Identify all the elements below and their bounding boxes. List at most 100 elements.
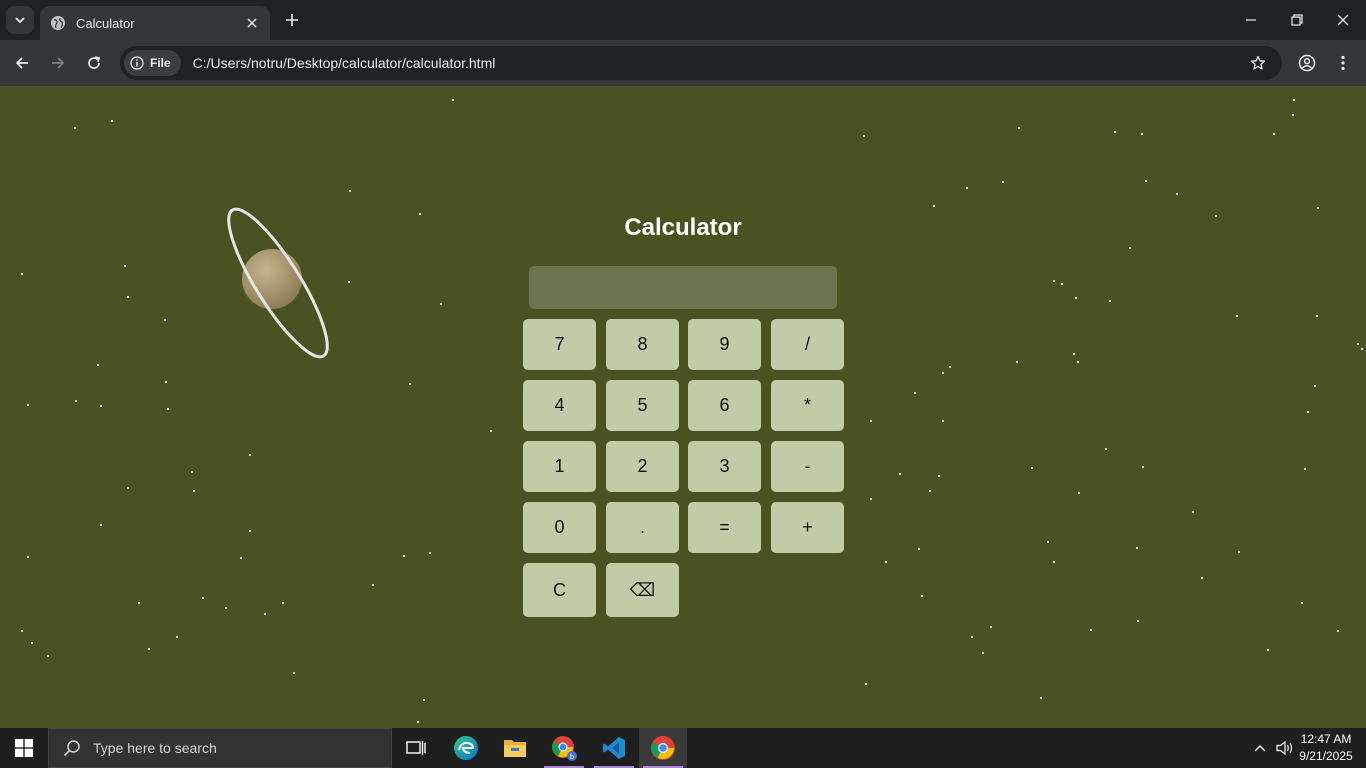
key-9[interactable]: 9 <box>688 319 761 370</box>
taskbar-clock[interactable]: 12:47 AM 9/21/2025 <box>1290 731 1362 765</box>
star-dot <box>190 470 194 474</box>
page-viewport: Calculator 7 8 9/ 4 5 6 * 1 2 3- 0. = + C ⌫ <box>0 86 1366 728</box>
star-dot <box>1291 113 1295 117</box>
star-dot <box>932 204 936 208</box>
star-dot <box>1237 550 1241 554</box>
star-dot <box>1017 126 1021 130</box>
star-dot <box>46 654 50 658</box>
star-dot <box>1046 540 1050 544</box>
key-1[interactable]: 1 <box>523 441 596 492</box>
star-dot <box>1074 296 1078 300</box>
close-tab-icon[interactable] <box>244 15 260 31</box>
chrome-profile-icon: b <box>552 736 577 761</box>
star-dot <box>1200 576 1204 580</box>
key-subtract[interactable]: - <box>771 441 844 492</box>
taskbar-file-explorer[interactable] <box>491 728 539 768</box>
windows-logo-icon <box>15 739 33 757</box>
star-dot <box>1060 282 1064 286</box>
clock-date: 9/21/2025 <box>1299 749 1353 763</box>
tab-calculator[interactable]: Calculator <box>40 6 270 40</box>
key-2[interactable]: 2 <box>606 441 679 492</box>
star-dot <box>74 399 78 403</box>
star-dot <box>99 404 103 408</box>
star-dot <box>1089 628 1093 632</box>
chevron-down-icon <box>15 17 25 24</box>
star-dot <box>99 523 103 527</box>
calculator-title: Calculator <box>624 214 742 241</box>
menu-button[interactable] <box>1330 50 1356 76</box>
star-dot <box>126 295 130 299</box>
back-button[interactable] <box>9 50 35 76</box>
star-dot <box>898 472 902 476</box>
chevron-up-icon <box>1254 745 1266 752</box>
taskbar-chrome[interactable] <box>639 728 687 768</box>
key-add[interactable]: + <box>771 502 844 553</box>
site-info-chip[interactable]: File <box>124 50 181 76</box>
star-dot <box>1214 214 1218 218</box>
key-7[interactable]: 7 <box>523 319 596 370</box>
star-dot <box>989 625 993 629</box>
restore-icon <box>1291 14 1303 26</box>
new-tab-button[interactable] <box>280 8 304 32</box>
key-3[interactable]: 3 <box>688 441 761 492</box>
key-4[interactable]: 4 <box>523 380 596 431</box>
star-dot <box>937 474 941 478</box>
star-dot <box>1191 510 1195 514</box>
star-dot <box>73 126 77 130</box>
star-dot <box>248 529 252 533</box>
reload-icon <box>88 56 101 69</box>
key-decimal[interactable]: . <box>606 502 679 553</box>
plus-icon <box>286 14 298 26</box>
tab-search-button[interactable] <box>6 6 34 34</box>
key-0[interactable]: 0 <box>523 502 596 553</box>
reload-button[interactable] <box>81 50 107 76</box>
star-dot <box>1272 132 1276 136</box>
star-dot <box>239 556 243 560</box>
star-dot <box>1015 360 1019 364</box>
forward-button[interactable] <box>45 50 71 76</box>
star-dot <box>1052 560 1056 564</box>
minimize-button[interactable] <box>1228 0 1274 40</box>
taskbar-edge[interactable] <box>442 728 490 768</box>
star-dot <box>20 629 24 633</box>
key-equals[interactable]: = <box>688 502 761 553</box>
star-dot <box>30 641 34 645</box>
task-view-icon <box>406 741 426 755</box>
starfield-background <box>20 98 1364 724</box>
star-dot <box>248 453 252 457</box>
show-hidden-icons-button[interactable] <box>1250 728 1270 768</box>
profile-button[interactable] <box>1294 50 1320 76</box>
chrome-icon <box>651 736 675 760</box>
browser-toolbar: File C:/Users/notru/Desktop/calculator/c… <box>0 40 1366 86</box>
star-dot <box>1292 98 1296 102</box>
star-dot <box>864 682 868 686</box>
url-text[interactable]: C:/Users/notru/Desktop/calculator/calcul… <box>193 55 1248 71</box>
star-dot <box>408 382 412 386</box>
star-dot <box>1316 206 1320 210</box>
key-6[interactable]: 6 <box>688 380 761 431</box>
star-dot <box>163 318 167 322</box>
star-dot <box>1136 619 1140 623</box>
star-dot <box>941 371 945 375</box>
key-5[interactable]: 5 <box>606 380 679 431</box>
star-dot <box>1039 696 1043 700</box>
restore-button[interactable] <box>1274 0 1320 40</box>
star-dot <box>884 560 888 564</box>
taskbar-vscode[interactable] <box>590 728 638 768</box>
key-backspace[interactable]: ⌫ <box>606 563 679 617</box>
taskbar-chrome-profile[interactable]: b <box>540 728 588 768</box>
calculator-display[interactable] <box>529 266 837 309</box>
task-view-button[interactable] <box>392 728 440 768</box>
key-multiply[interactable]: * <box>771 380 844 431</box>
info-icon <box>130 56 144 70</box>
star-dot <box>862 134 866 138</box>
taskbar-search[interactable]: Type here to search <box>48 728 392 768</box>
start-button[interactable] <box>0 728 48 768</box>
key-8[interactable]: 8 <box>606 319 679 370</box>
close-window-button[interactable] <box>1320 0 1366 40</box>
bookmark-star-icon[interactable] <box>1248 53 1268 73</box>
key-divide[interactable]: / <box>771 319 844 370</box>
address-bar[interactable]: File C:/Users/notru/Desktop/calculator/c… <box>120 46 1282 80</box>
star-dot <box>941 419 945 423</box>
key-clear[interactable]: C <box>523 563 596 617</box>
